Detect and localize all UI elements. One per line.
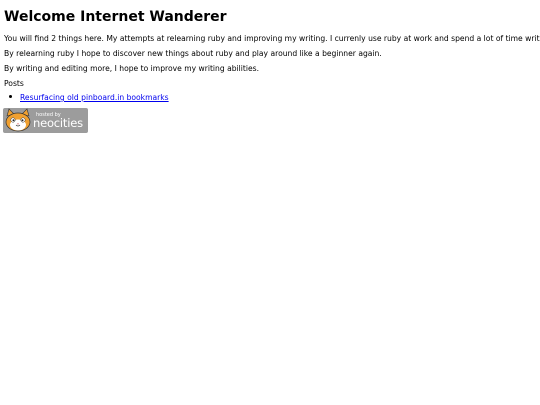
badge-neocities-text: neocities — [33, 116, 83, 130]
page-title: Welcome Internet Wanderer — [4, 9, 227, 25]
writing-paragraph: By writing and editing more, I hope to i… — [4, 64, 260, 73]
bullet-icon — [9, 95, 12, 98]
intro-paragraph: You will find 2 things here. My attempts… — [4, 34, 540, 43]
posts-list: Resurfacing old pinboard.in bookmarks — [8, 92, 169, 103]
hosted-by-neocities-badge[interactable]: hosted by neocities — [3, 108, 88, 133]
list-item: Resurfacing old pinboard.in bookmarks — [8, 92, 169, 103]
ruby-paragraph: By relearning ruby I hope to discover ne… — [4, 49, 382, 58]
post-link[interactable]: Resurfacing old pinboard.in bookmarks — [20, 93, 169, 102]
neocities-cat-icon — [5, 108, 31, 132]
posts-heading: Posts — [4, 79, 24, 88]
